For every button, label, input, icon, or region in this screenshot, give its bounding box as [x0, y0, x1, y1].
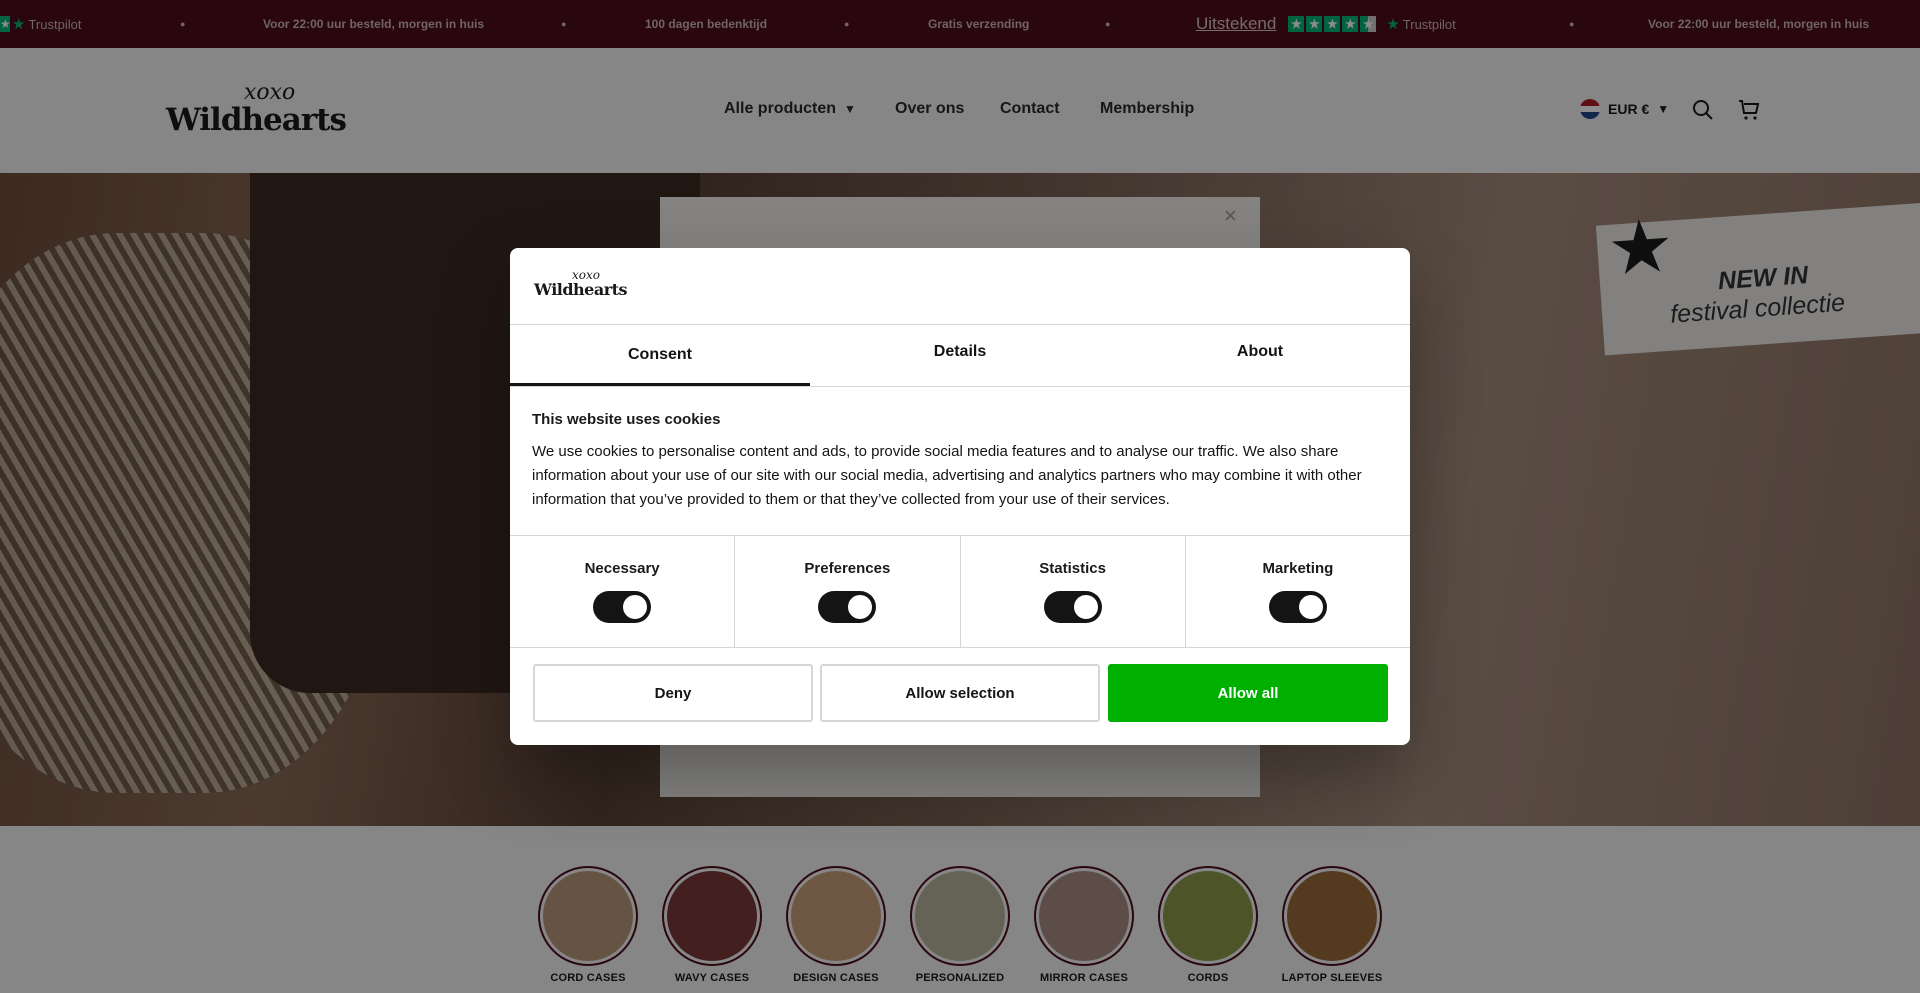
cookie-consent-dialog: xoxo Wildhearts Consent Details About Th… — [510, 248, 1410, 745]
tab-details[interactable]: Details — [810, 324, 1110, 386]
statistics-switch[interactable] — [1043, 591, 1102, 623]
toggle-statistics: Statistics — [961, 536, 1186, 647]
toggle-marketing: Marketing — [1186, 536, 1410, 647]
marketing-switch[interactable] — [1268, 591, 1327, 623]
deny-button[interactable]: Deny — [533, 664, 813, 722]
tab-label: About — [1236, 343, 1284, 360]
preferences-switch[interactable] — [818, 591, 877, 623]
allow-selection-button[interactable]: Allow selection — [820, 664, 1100, 722]
toggle-label: Statistics — [1039, 560, 1106, 577]
toggle-label: Preferences — [804, 560, 891, 577]
tab-consent[interactable]: Consent — [510, 324, 810, 386]
divider — [510, 386, 1410, 387]
allow-all-button[interactable]: Allow all — [1108, 664, 1388, 722]
tab-about[interactable]: About — [1110, 324, 1410, 386]
necessary-switch[interactable] — [593, 591, 652, 623]
tab-label: Consent — [628, 346, 692, 363]
toggle-necessary: Necessary — [510, 536, 736, 647]
dialog-body-text: We use cookies to personalise content an… — [532, 443, 1362, 508]
logo-wordmark: Wildhearts — [534, 280, 628, 299]
toggle-label: Marketing — [1262, 560, 1334, 577]
tab-label: Details — [933, 343, 987, 360]
toggle-preferences: Preferences — [735, 536, 961, 647]
dialog-title: This website uses cookies — [532, 411, 721, 428]
toggle-label: Necessary — [584, 560, 660, 577]
consent-toggles: Necessary Preferences Statistics Marketi… — [510, 535, 1410, 648]
